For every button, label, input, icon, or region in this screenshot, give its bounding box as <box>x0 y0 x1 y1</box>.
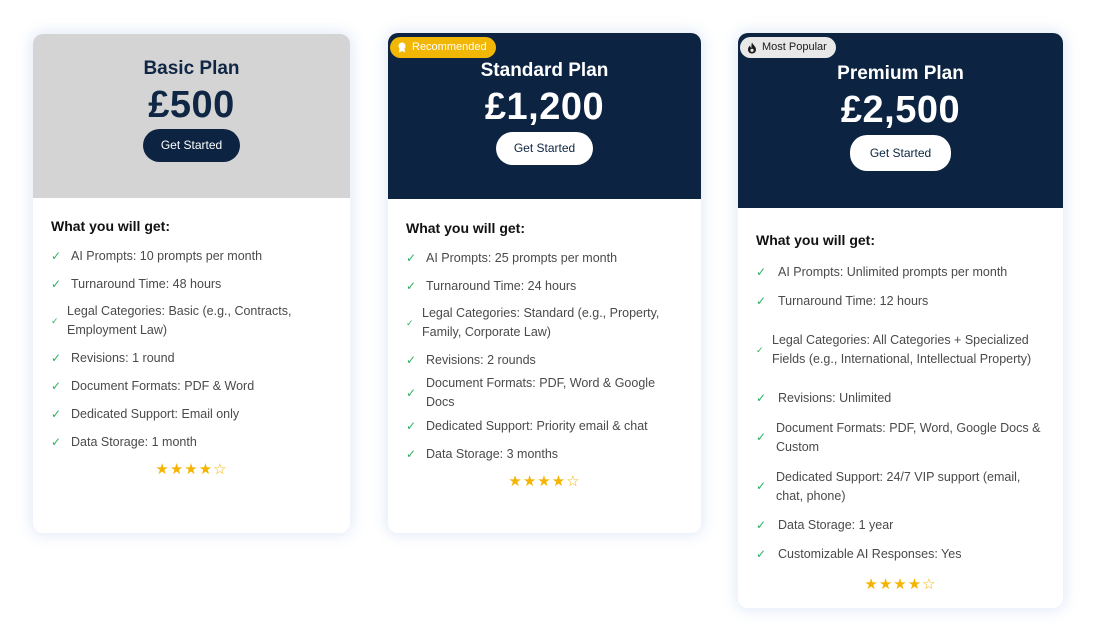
feature-item: ✓ Legal Categories: Basic (e.g., Contract… <box>51 304 292 337</box>
flame-icon <box>748 42 756 53</box>
feature-item: ✓ Data Storage: 1 year <box>756 511 1045 540</box>
pricing-card-premium: Most Popular Premium Plan £2,500 Get Sta… <box>738 33 1063 608</box>
feature-item: ✓ Dedicated Support: Priority email & cha… <box>406 412 683 440</box>
star-rating: ★★★★☆ <box>406 472 683 490</box>
star-rating: ★★★★☆ <box>51 460 332 478</box>
pricing-card-body: What you will get: ✓ AI Prompts: 10 promp… <box>33 218 350 478</box>
star-filled-icon: ★ <box>155 461 170 478</box>
features-heading: What you will get: <box>756 232 875 248</box>
star-empty-icon: ☆ <box>922 576 937 593</box>
feature-item: ✓ Turnaround Time: 12 hours <box>756 287 1045 316</box>
feature-item: ✓ Dedicated Support: Email only <box>51 400 332 428</box>
pricing-card-header: Recommended Standard Plan £1,200 Get Sta… <box>388 33 701 199</box>
star-filled-icon: ★ <box>878 576 894 593</box>
plan-title: Basic Plan <box>143 58 240 79</box>
check-icon: ✓ <box>406 418 417 433</box>
feature-item: ✓ Revisions: Unlimited <box>756 384 1045 413</box>
feature-item: ✓ Dedicated Support: 24/7 VIP support (em… <box>756 469 1021 503</box>
feature-item: ✓ Customizable AI Responses: Yes <box>756 540 1045 569</box>
features-heading: What you will get: <box>406 220 525 236</box>
check-icon: ✓ <box>51 378 62 393</box>
check-icon: ✓ <box>756 518 767 532</box>
feature-item: ✓ Document Formats: PDF & Word <box>51 372 332 400</box>
feature-item: ✓ Turnaround Time: 24 hours <box>406 272 683 300</box>
feature-item: ✓ Data Storage: 3 months <box>406 440 683 468</box>
check-icon: ✓ <box>51 406 62 421</box>
award-ribbon-icon <box>398 42 406 53</box>
feature-list: ✓ AI Prompts: 10 prompts per month ✓ Turna… <box>51 242 332 456</box>
feature-item: ✓ Turnaround Time: 48 hours <box>51 270 332 298</box>
check-icon: ✓ <box>756 294 767 308</box>
feature-item: ✓ Document Formats: PDF, Word & Google Do… <box>406 376 656 409</box>
check-icon: ✓ <box>406 352 417 367</box>
pricing-card-body: What you will get: ✓ AI Prompts: Unlimite… <box>738 232 1063 593</box>
feature-item: ✓ Legal Categories: All Categories + Spec… <box>756 333 1032 366</box>
check-icon: ✓ <box>756 430 767 444</box>
star-filled-icon: ★ <box>537 473 552 490</box>
features-heading: What you will get: <box>51 218 170 234</box>
feature-item: ✓ AI Prompts: 25 prompts per month <box>406 244 683 272</box>
get-started-button[interactable]: Get Started <box>495 132 594 165</box>
star-filled-icon: ★ <box>551 473 567 490</box>
check-icon: ✓ <box>756 391 767 405</box>
badge-label: Most Popular <box>762 41 827 53</box>
recommended-badge: Recommended <box>390 37 496 58</box>
feature-item: ✓ AI Prompts: Unlimited prompts per month <box>756 258 1045 287</box>
star-empty-icon: ☆ <box>213 461 228 478</box>
feature-item: ✓ Legal Categories: Standard (e.g., Prope… <box>406 306 660 339</box>
star-rating: ★★★★☆ <box>756 575 1045 593</box>
pricing-card-header: Basic Plan £500 Get Started <box>33 34 350 198</box>
most-popular-badge: Most Popular <box>740 37 836 58</box>
star-filled-icon: ★ <box>864 576 879 593</box>
check-icon: ✓ <box>406 385 417 400</box>
star-empty-icon: ☆ <box>566 473 581 490</box>
check-icon: ✓ <box>51 276 62 291</box>
star-filled-icon: ★ <box>893 576 908 593</box>
star-filled-icon: ★ <box>184 461 199 478</box>
feature-item: ✓ Revisions: 1 round <box>51 344 332 372</box>
check-icon: ✓ <box>756 265 767 279</box>
feature-item: ✓ Revisions: 2 rounds <box>406 346 683 374</box>
check-icon: ✓ <box>406 317 414 328</box>
star-filled-icon: ★ <box>907 576 923 593</box>
feature-item: ✓ AI Prompts: 10 prompts per month <box>51 242 332 270</box>
check-icon: ✓ <box>51 315 59 326</box>
check-icon: ✓ <box>756 547 767 561</box>
check-icon: ✓ <box>51 350 62 365</box>
badge-label: Recommended <box>412 41 487 53</box>
star-filled-icon: ★ <box>198 461 214 478</box>
feature-item: ✓ Data Storage: 1 month <box>51 428 332 456</box>
feature-item: ✓ Document Formats: PDF, Word, Google Doc… <box>756 420 1041 454</box>
check-icon: ✓ <box>51 434 62 449</box>
plan-price: £500 <box>148 84 235 126</box>
plan-price: £1,200 <box>484 86 605 128</box>
pricing-card-body: What you will get: ✓ AI Prompts: 25 promp… <box>388 220 701 490</box>
check-icon: ✓ <box>406 250 417 265</box>
check-icon: ✓ <box>51 248 62 263</box>
star-filled-icon: ★ <box>522 473 538 490</box>
check-icon: ✓ <box>406 278 417 293</box>
check-icon: ✓ <box>756 344 764 355</box>
pricing-card-standard: Recommended Standard Plan £1,200 Get Sta… <box>388 33 701 533</box>
check-icon: ✓ <box>756 479 767 493</box>
plan-price: £2,500 <box>840 89 961 131</box>
pricing-card-basic: Basic Plan £500 Get Started What you wil… <box>33 34 350 533</box>
feature-list: ✓ AI Prompts: Unlimited prompts per month… <box>756 258 1045 569</box>
star-filled-icon: ★ <box>169 461 185 478</box>
get-started-button[interactable]: Get Started <box>849 135 952 171</box>
check-icon: ✓ <box>406 446 417 461</box>
get-started-button[interactable]: Get Started <box>142 129 241 162</box>
pricing-card-header: Most Popular Premium Plan £2,500 Get Sta… <box>738 33 1063 208</box>
feature-list: ✓ AI Prompts: 25 prompts per month ✓ Turna… <box>406 244 683 468</box>
star-filled-icon: ★ <box>508 473 523 490</box>
